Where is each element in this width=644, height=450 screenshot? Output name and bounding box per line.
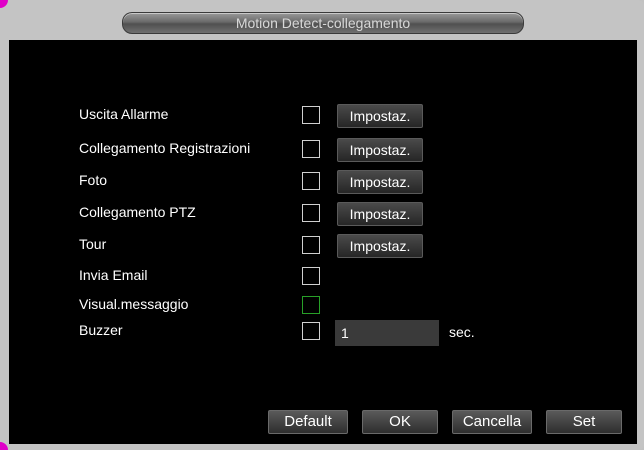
- ptz-link-checkbox[interactable]: [302, 204, 320, 222]
- show-message-checkbox[interactable]: [302, 296, 320, 314]
- cancel-button[interactable]: Cancella: [452, 410, 532, 434]
- row-alarm-out: Uscita Allarme Impostaz.: [9, 104, 637, 128]
- row-snapshot: Foto Impostaz.: [9, 170, 637, 194]
- row-label: Collegamento PTZ: [79, 204, 196, 220]
- record-link-checkbox[interactable]: [302, 140, 320, 158]
- row-label: Visual.messaggio: [79, 296, 189, 312]
- corner-accent: [0, 0, 8, 8]
- default-button[interactable]: Default: [268, 410, 348, 434]
- snapshot-checkbox[interactable]: [302, 172, 320, 190]
- alarm-out-checkbox[interactable]: [302, 106, 320, 124]
- ok-button[interactable]: OK: [362, 410, 438, 434]
- set-button[interactable]: Set: [546, 410, 622, 434]
- row-label: Collegamento Registrazioni: [79, 140, 251, 156]
- ptz-link-setup-button[interactable]: Impostaz.: [337, 202, 423, 226]
- row-send-email: Invia Email: [9, 265, 637, 289]
- record-link-setup-button[interactable]: Impostaz.: [337, 138, 423, 162]
- row-label: Buzzer: [79, 322, 123, 338]
- row-label: Invia Email: [79, 267, 148, 283]
- row-show-message: Visual.messaggio: [9, 294, 637, 318]
- row-tour: Tour Impostaz.: [9, 234, 637, 258]
- row-buzzer: Buzzer 1 sec.: [9, 320, 637, 346]
- row-ptz-link: Collegamento PTZ Impostaz.: [9, 202, 637, 226]
- alarm-out-setup-button[interactable]: Impostaz.: [337, 104, 423, 128]
- row-label: Uscita Allarme: [79, 106, 169, 122]
- tour-checkbox[interactable]: [302, 236, 320, 254]
- row-label: Foto: [79, 172, 108, 188]
- buzzer-checkbox[interactable]: [302, 322, 320, 340]
- send-email-checkbox[interactable]: [302, 267, 320, 285]
- row-label: Tour: [79, 236, 107, 252]
- window-title: Motion Detect-collegamento: [122, 12, 524, 34]
- motion-detect-link-dialog: Motion Detect-collegamento Uscita Allarm…: [0, 0, 644, 450]
- tour-setup-button[interactable]: Impostaz.: [337, 234, 423, 258]
- buzzer-duration-input[interactable]: 1: [335, 320, 439, 346]
- duration-unit: sec.: [449, 324, 475, 340]
- row-record-link: Collegamento Registrazioni Impostaz.: [9, 138, 637, 162]
- corner-accent: [0, 442, 8, 450]
- settings-panel: Uscita Allarme Impostaz. Collegamento Re…: [9, 40, 637, 444]
- snapshot-setup-button[interactable]: Impostaz.: [337, 170, 423, 194]
